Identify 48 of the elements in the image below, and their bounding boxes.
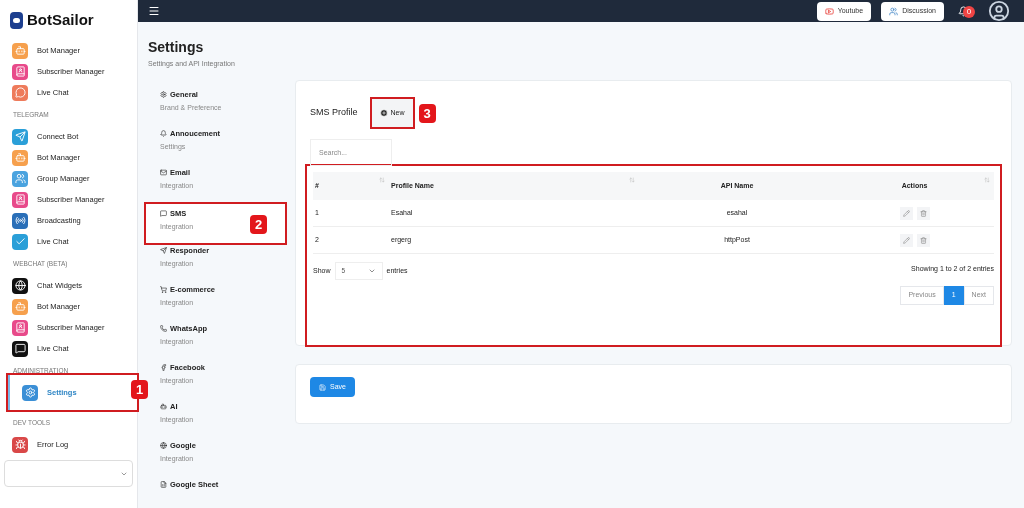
menu-icon — [12, 84, 28, 101]
sort-icon — [379, 177, 385, 183]
nav-icon — [160, 209, 167, 217]
brand-name: BotSailor — [27, 9, 94, 30]
menu-icon — [12, 277, 28, 294]
select-field[interactable] — [4, 460, 133, 487]
menu-icon — [12, 298, 28, 315]
nav-icon — [160, 402, 167, 410]
menu-icon — [12, 42, 28, 59]
menu-icon — [22, 384, 38, 401]
menu-icon — [12, 319, 28, 336]
menu-icon — [12, 436, 28, 453]
menu-icon — [12, 191, 28, 208]
plus-icon — [379, 109, 388, 117]
nav-icon — [160, 480, 167, 488]
nav-icon — [160, 363, 167, 371]
edit-icon[interactable] — [899, 206, 913, 220]
menu-icon — [12, 340, 28, 357]
nav-icon — [160, 285, 167, 293]
notification-badge: 0 — [963, 6, 975, 18]
avatar-icon[interactable] — [988, 0, 1010, 22]
users-icon — [889, 6, 899, 16]
callout-number: 3 — [418, 103, 436, 123]
sort-icon — [629, 177, 635, 183]
menu-icon — [12, 170, 28, 187]
card-title: SMS Profile — [310, 106, 358, 120]
page-title: Settings — [148, 40, 205, 54]
save-icon — [319, 383, 326, 391]
edit-icon[interactable] — [899, 233, 913, 247]
nav-icon — [160, 168, 167, 176]
caret-icon — [367, 267, 376, 275]
menu-icon — [12, 212, 28, 229]
delete-icon[interactable] — [916, 233, 930, 247]
menu-icon — [12, 149, 28, 166]
menu-icon — [12, 63, 28, 80]
youtube-icon — [824, 6, 834, 16]
callout-number: 1 — [131, 380, 149, 399]
nav-icon — [160, 324, 167, 332]
logo-icon — [10, 11, 23, 29]
sort-icon — [984, 177, 990, 183]
nav-icon — [160, 441, 167, 449]
nav-icon — [160, 246, 167, 254]
delete-icon[interactable] — [916, 206, 930, 220]
nav-icon — [160, 129, 167, 137]
nav-icon — [160, 90, 167, 98]
menu-icon — [12, 128, 28, 145]
menu-icon — [12, 233, 28, 250]
menu-icon — [148, 5, 160, 17]
